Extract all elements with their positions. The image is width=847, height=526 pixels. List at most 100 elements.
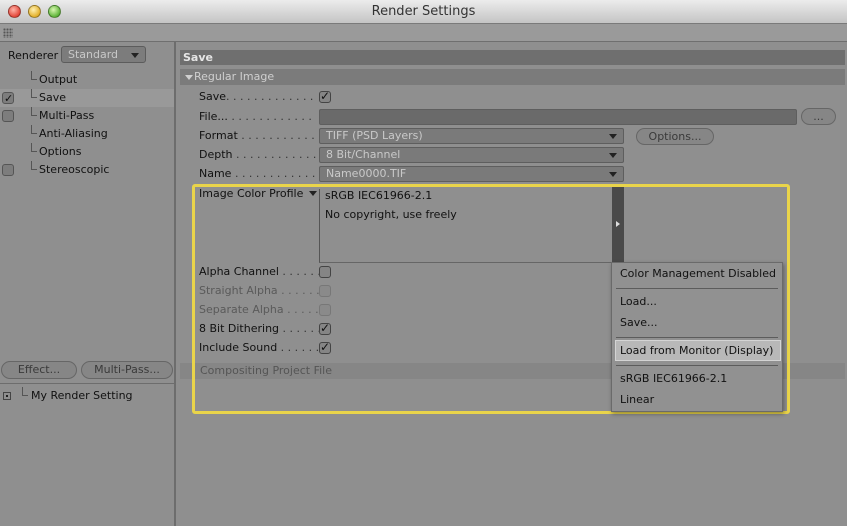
checkmark-icon: ✓ [4,92,14,105]
save-enable-checkbox[interactable]: ✓ [2,92,14,105]
straight-alpha-label: Straight Alpha [199,284,278,297]
depth-value: 8 Bit/Channel [326,148,401,161]
name-select[interactable]: Name0000.TIF [319,166,624,182]
format-row-label: Format . . . . . . . . . . . [199,129,315,142]
save-checkbox[interactable]: ✓ [319,89,331,103]
tree-item-options[interactable]: Options [0,143,174,161]
tree-item-label: Save [39,91,67,104]
save-section-header: Save [180,50,845,65]
menu-item-linear[interactable]: Linear [620,391,654,409]
menu-separator [616,337,778,338]
name-value: Name0000.TIF [326,167,407,180]
tree-item-stereoscopic[interactable]: Stereoscopic [0,161,174,179]
tree-branch-line [22,387,28,396]
checkmark-icon: ✓ [320,340,331,354]
alpha-label: Alpha Channel [199,265,279,278]
title-bar: Render Settings [0,0,847,24]
color-profile-menu: Color Management Disabled Load... Save..… [611,262,783,412]
menu-item-load[interactable]: Load... [620,293,657,311]
tree-branch-line [31,161,37,170]
file-row-label: File... . . . . . . . . . . . . [199,110,312,123]
tree-item-label: Anti-Aliasing [39,127,108,140]
tree-item-label: Output [39,73,78,86]
dithering-label: 8 Bit Dithering [199,322,280,335]
renderer-value: Standard [68,48,119,61]
profile-copyright: No copyright, use freely [325,208,457,221]
file-path-field[interactable] [319,109,797,125]
settings-tree: Output ✓ Save Multi-Pass Anti-Aliasing O… [0,71,174,179]
checkmark-icon: ✓ [320,321,331,335]
tree-item-anti-aliasing[interactable]: Anti-Aliasing [0,125,174,143]
chevron-down-icon [609,153,617,158]
tree-item-save[interactable]: ✓ Save [0,89,174,107]
tree-branch-line [31,143,37,152]
chevron-down-icon [609,172,617,177]
format-select[interactable]: TIFF (PSD Layers) [319,128,624,144]
alpha-channel-checkbox[interactable] [319,266,331,278]
chevron-right-icon [616,221,620,227]
sound-row-label: Include Sound . . . . . . . [199,341,327,354]
menu-item-save[interactable]: Save... [620,314,658,332]
options-button[interactable]: Options... [636,128,714,145]
chevron-down-icon [131,53,139,58]
straight-alpha-row-label: Straight Alpha . . . . . . [199,284,320,297]
dithering-row-label: 8 Bit Dithering . . . . . . . [199,322,328,335]
profile-label: Image Color Profile [199,187,304,200]
depth-label: Depth [199,148,233,161]
effect-button[interactable]: Effect... [1,361,77,379]
separate-alpha-label: Separate Alpha [199,303,284,316]
toolbar-strip [0,24,847,42]
render-setting-label: My Render Setting [31,389,133,402]
file-label: File... [199,110,228,123]
checkmark-icon: ✓ [320,89,331,103]
chevron-down-icon[interactable] [309,191,317,196]
straight-alpha-checkbox[interactable] [319,285,331,297]
render-setting-item[interactable]: My Render Setting [0,387,174,405]
dithering-checkbox[interactable]: ✓ [319,321,331,335]
stereoscopic-enable-checkbox[interactable] [2,164,14,176]
multi-pass-button[interactable]: Multi-Pass... [81,361,173,379]
save-label: Save [199,90,227,103]
profile-menu-button[interactable] [612,187,624,263]
separate-alpha-checkbox[interactable] [319,304,331,316]
menu-separator [616,365,778,366]
sound-label: Include Sound [199,341,278,354]
renderer-select[interactable]: Standard [61,46,146,63]
regular-image-header[interactable]: Regular Image [180,69,845,85]
expand-box-icon[interactable] [3,392,11,400]
left-panel: Renderer Standard Output ✓ Save Multi-Pa… [0,42,176,526]
chevron-down-icon [609,134,617,139]
tree-item-label: Multi-Pass [39,109,95,122]
tree-branch-line [31,71,37,80]
format-label: Format [199,129,238,142]
grip-icon[interactable] [3,28,13,38]
tree-item-label: Stereoscopic [39,163,110,176]
alpha-row-label: Alpha Channel . . . . . . [199,265,321,278]
depth-row-label: Depth . . . . . . . . . . . . [199,148,317,161]
tree-branch-line [31,89,37,98]
window-title: Render Settings [371,4,476,19]
tree-item-multi-pass[interactable]: Multi-Pass [0,107,174,125]
menu-item-color-management-disabled[interactable]: Color Management Disabled [620,265,776,283]
renderer-label: Renderer [8,49,59,62]
tree-branch-line [31,107,37,116]
collapse-triangle-icon [185,75,193,80]
separate-alpha-row-label: Separate Alpha . . . . . . [199,303,326,316]
menu-item-load-from-monitor[interactable]: Load from Monitor (Display) [620,342,773,360]
menu-separator [616,288,778,289]
file-browse-button[interactable]: ... [801,108,836,125]
profile-name: sRGB IEC61966-2.1 [325,189,433,202]
save-row-label: Save. . . . . . . . . . . . . [199,90,314,103]
tree-item-output[interactable]: Output [0,71,174,89]
multi-pass-enable-checkbox[interactable] [2,110,14,122]
format-value: TIFF (PSD Layers) [326,129,423,142]
name-label: Name [199,167,232,180]
menu-item-srgb[interactable]: sRGB IEC61966-2.1 [620,370,727,388]
include-sound-checkbox[interactable]: ✓ [319,340,331,354]
color-profile-box[interactable]: sRGB IEC61966-2.1 No copyright, use free… [319,189,613,263]
depth-select[interactable]: 8 Bit/Channel [319,147,624,163]
tree-item-label: Options [39,145,82,158]
name-row-label: Name . . . . . . . . . . . . . [199,167,323,180]
divider [0,383,174,384]
regular-image-label: Regular Image [194,70,275,83]
